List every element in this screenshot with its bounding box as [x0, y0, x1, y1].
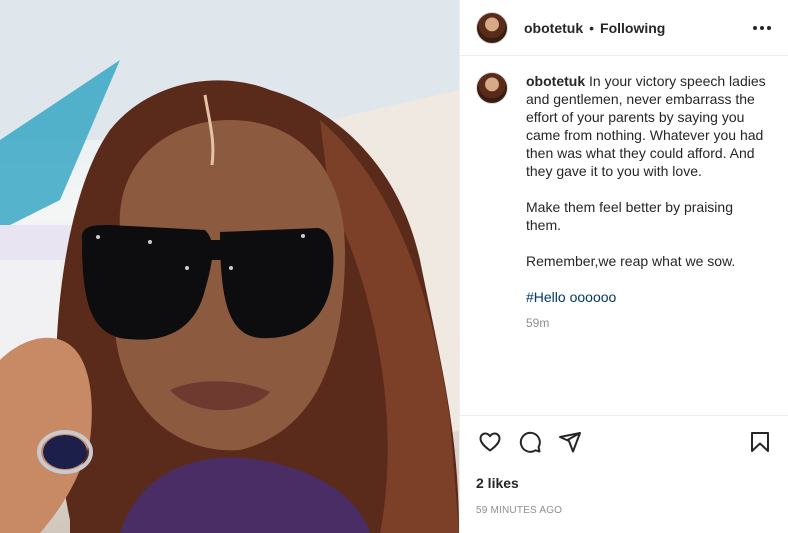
author-username[interactable]: obotetuk — [524, 20, 583, 36]
caption-row: obotetuk In your victory speech ladies a… — [476, 72, 772, 332]
author-avatar[interactable] — [476, 11, 508, 44]
caption-username[interactable]: obotetuk — [526, 73, 585, 89]
action-bar — [460, 415, 788, 467]
portrait-image — [0, 0, 459, 533]
post-photo[interactable] — [0, 0, 459, 533]
post-timestamp: 59 MINUTES AGO — [476, 505, 563, 516]
caption-avatar[interactable] — [476, 72, 508, 104]
heart-icon[interactable] — [470, 422, 510, 462]
separator-dot: • — [589, 19, 595, 36]
more-options-icon[interactable] — [750, 16, 774, 40]
post-viewer: obotetuk • Following obotetuk In your vi… — [0, 0, 788, 533]
likes-count[interactable]: 2 likes — [460, 467, 788, 495]
caption-text: obotetuk In your victory speech ladies a… — [526, 72, 771, 332]
caption-hashtag[interactable]: #Hello oooooo — [526, 288, 771, 306]
caption-area: obotetuk In your victory speech ladies a… — [460, 56, 788, 415]
caption-paragraph-3: Remember,we reap what we sow. — [526, 253, 736, 269]
caption-time: 59m — [526, 316, 550, 330]
share-icon[interactable] — [550, 422, 590, 462]
bookmark-icon[interactable] — [740, 422, 780, 462]
comment-icon[interactable] — [510, 422, 550, 462]
post-side-panel: obotetuk • Following obotetuk In your vi… — [459, 0, 788, 533]
caption-paragraph-2: Make them feel better by praising them. — [526, 199, 733, 233]
following-button[interactable]: Following — [600, 20, 665, 36]
post-header: obotetuk • Following — [460, 0, 788, 56]
